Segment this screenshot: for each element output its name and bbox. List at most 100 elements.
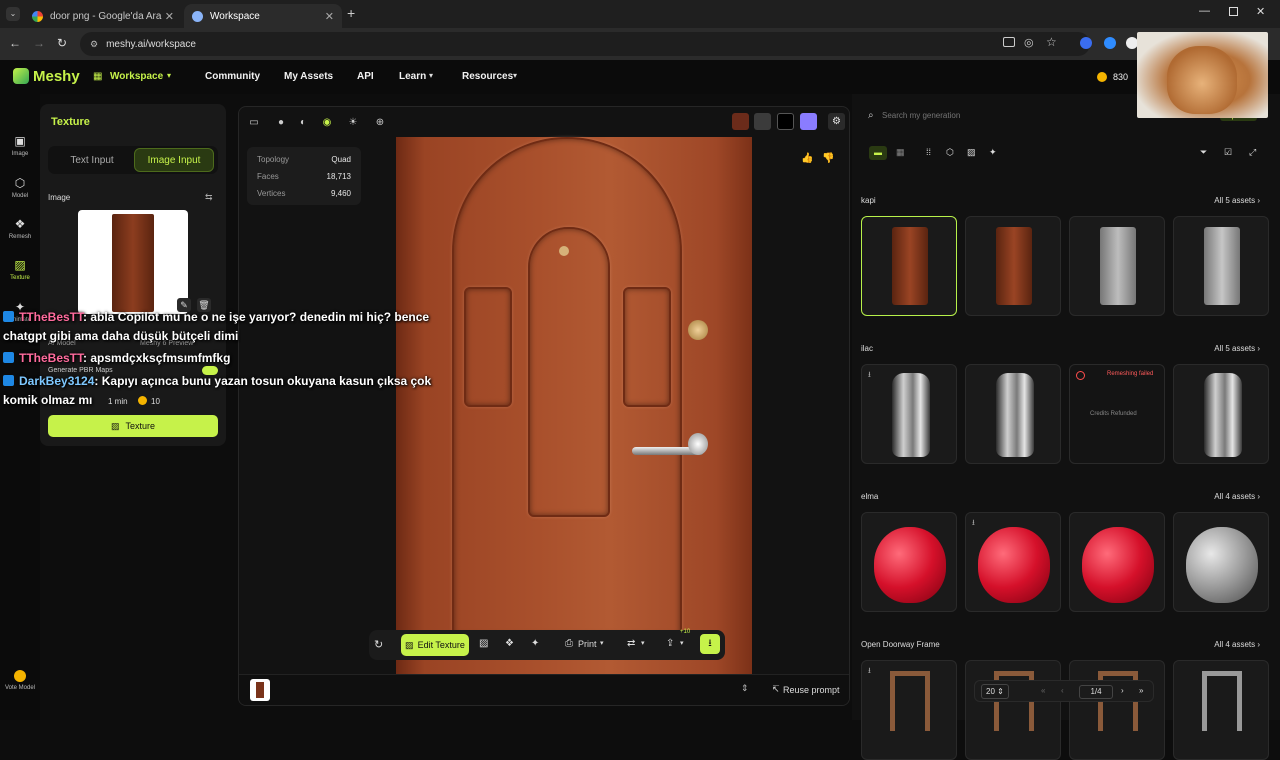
tab-text-input[interactable]: Text Input bbox=[52, 148, 132, 172]
solid-shading-icon[interactable]: ● bbox=[275, 117, 287, 129]
asset-card[interactable] bbox=[1069, 512, 1165, 612]
thumbs-up-icon[interactable]: 👍 bbox=[801, 153, 813, 164]
nav-link-learn[interactable]: Learn bbox=[399, 71, 426, 82]
grid-view-icon[interactable]: ▦ bbox=[896, 147, 905, 158]
meshy-logo-icon[interactable] bbox=[13, 68, 29, 84]
download-button[interactable]: ⭳ bbox=[700, 634, 720, 654]
group-all-link[interactable]: All 4 assets › bbox=[1214, 492, 1260, 501]
close-tab-icon[interactable]: ✕ bbox=[165, 10, 174, 23]
search-input[interactable] bbox=[882, 106, 1058, 124]
asset-card[interactable] bbox=[1173, 216, 1269, 316]
browser-tab-workspace[interactable]: Workspace ✕ bbox=[184, 4, 342, 28]
first-page-icon[interactable]: « bbox=[1041, 686, 1045, 695]
nav-link-my-assets[interactable]: My Assets bbox=[284, 71, 333, 82]
folder-view-icon[interactable]: ▬ bbox=[869, 146, 887, 160]
rail-item-image[interactable]: ▣ Image bbox=[0, 134, 40, 157]
new-tab-icon[interactable]: + bbox=[347, 5, 355, 21]
group-all-link[interactable]: All 5 assets › bbox=[1214, 196, 1260, 205]
asset-card-failed[interactable]: Remeshing failed Credits Refunded bbox=[1069, 364, 1165, 464]
asset-card[interactable]: ⭳ bbox=[861, 660, 957, 760]
page-indicator[interactable]: 1/4 bbox=[1079, 685, 1113, 699]
rail-item-texture[interactable]: ▨ Texture bbox=[0, 258, 40, 281]
eye-off-icon[interactable]: ◎ bbox=[1024, 36, 1034, 49]
download-icon[interactable]: ⭳ bbox=[868, 665, 871, 679]
edit-texture-button[interactable]: ▨ Edit Texture bbox=[401, 634, 469, 656]
refresh-icon[interactable]: ↻ bbox=[374, 638, 383, 651]
thumbs-down-icon[interactable]: 👎 bbox=[822, 153, 834, 164]
filter-all-icon[interactable]: ⁞⁞ bbox=[926, 147, 931, 157]
back-icon[interactable]: ← bbox=[9, 36, 21, 50]
nav-link-resources[interactable]: Resources bbox=[462, 71, 513, 82]
reuse-prompt-button[interactable]: Reuse prompt bbox=[783, 685, 840, 695]
rail-item-remesh[interactable]: ❖ Remesh bbox=[0, 217, 40, 240]
texture-generate-button[interactable]: ▨ Texture bbox=[48, 415, 218, 437]
fullscreen-icon[interactable]: ⤢ bbox=[1249, 147, 1256, 158]
browser-tab-google[interactable]: door png - Google'da Ara ✕ bbox=[24, 4, 182, 28]
rig-tool-icon[interactable]: ✦ bbox=[531, 638, 539, 649]
asset-card[interactable] bbox=[965, 660, 1061, 760]
extension-icon[interactable] bbox=[1104, 37, 1116, 49]
asset-card[interactable] bbox=[1173, 660, 1269, 760]
uploaded-image[interactable] bbox=[78, 210, 188, 314]
asset-card[interactable] bbox=[1173, 512, 1269, 612]
minimize-icon[interactable]: — bbox=[1199, 5, 1210, 17]
maximize-icon[interactable] bbox=[1229, 7, 1238, 16]
group-all-link[interactable]: All 5 assets › bbox=[1214, 344, 1260, 353]
per-page-select[interactable]: 20 ⇕ bbox=[981, 684, 1009, 699]
workspace-menu[interactable]: Workspace bbox=[110, 71, 163, 82]
extension-icon[interactable] bbox=[1080, 37, 1092, 49]
asset-card[interactable]: ⭳ bbox=[965, 512, 1061, 612]
star-icon[interactable]: ☆ bbox=[1046, 35, 1057, 49]
nav-link-api[interactable]: API bbox=[357, 71, 374, 82]
asset-card[interactable] bbox=[1069, 660, 1165, 760]
download-icon[interactable]: ⭳ bbox=[868, 369, 871, 383]
tab-image-input[interactable]: Image Input bbox=[134, 148, 214, 172]
group-all-link[interactable]: All 4 assets › bbox=[1214, 640, 1260, 649]
share-tool-icon[interactable]: ⇄ bbox=[627, 638, 635, 649]
meshy-logo-text[interactable]: Meshy bbox=[33, 68, 80, 85]
asset-card[interactable] bbox=[861, 216, 957, 316]
light-icon[interactable]: ☀ bbox=[347, 117, 359, 129]
select-icon[interactable]: ☑ bbox=[1224, 147, 1232, 158]
expand-icon[interactable]: ⇕ bbox=[741, 683, 749, 694]
asset-card[interactable] bbox=[965, 216, 1061, 316]
print-button[interactable]: Print bbox=[578, 639, 597, 649]
address-bar[interactable]: ⚙ meshy.ai/workspace bbox=[80, 32, 1090, 56]
next-page-icon[interactable]: › bbox=[1121, 686, 1124, 695]
export-icon[interactable]: ⇪ bbox=[666, 638, 674, 649]
asset-card[interactable] bbox=[1173, 364, 1269, 464]
panel-settings-icon[interactable]: ⇆ bbox=[205, 192, 213, 203]
filter-model-icon[interactable]: ⬡ bbox=[946, 147, 954, 158]
asset-card[interactable] bbox=[1069, 216, 1165, 316]
prompt-image-thumbnail[interactable] bbox=[250, 679, 270, 701]
asset-card[interactable] bbox=[965, 364, 1061, 464]
texture-tool-icon[interactable]: ▨ bbox=[479, 638, 488, 649]
remesh-tool-icon[interactable]: ❖ bbox=[505, 638, 514, 649]
last-page-icon[interactable]: » bbox=[1139, 686, 1143, 695]
material-swatch[interactable] bbox=[777, 113, 794, 130]
asset-card[interactable]: ⭳ bbox=[861, 364, 957, 464]
texture-shading-icon[interactable]: ◉ bbox=[321, 117, 333, 129]
close-tab-icon[interactable]: ✕ bbox=[325, 10, 334, 23]
nav-link-community[interactable]: Community bbox=[205, 71, 260, 82]
site-info-icon[interactable]: ⚙ bbox=[90, 39, 98, 50]
asset-card[interactable] bbox=[861, 512, 957, 612]
rail-item-model[interactable]: ⬡ Model bbox=[0, 176, 40, 199]
material-swatch[interactable] bbox=[732, 113, 749, 130]
forward-icon[interactable]: → bbox=[33, 36, 45, 50]
cast-icon[interactable] bbox=[1003, 37, 1015, 47]
prev-page-icon[interactable]: ‹ bbox=[1061, 686, 1064, 695]
material-swatch[interactable] bbox=[800, 113, 817, 130]
filter-icon[interactable]: ⏷ bbox=[1200, 147, 1207, 158]
wireframe-icon[interactable]: ◐ bbox=[297, 117, 309, 129]
view-settings-icon[interactable]: ⚙ bbox=[828, 113, 845, 130]
vote-model-button[interactable]: Vote Model bbox=[0, 670, 40, 691]
monitor-icon[interactable]: ▭ bbox=[248, 117, 260, 129]
filter-animate-icon[interactable]: ✦ bbox=[989, 147, 997, 158]
material-swatch[interactable] bbox=[754, 113, 771, 130]
close-window-icon[interactable]: ✕ bbox=[1256, 5, 1265, 18]
download-icon[interactable]: ⭳ bbox=[972, 517, 975, 531]
tab-list-chevron-icon[interactable]: ⌄ bbox=[6, 7, 20, 21]
reload-icon[interactable]: ↻ bbox=[57, 36, 67, 50]
grid-icon[interactable]: ⊕ bbox=[374, 117, 386, 129]
